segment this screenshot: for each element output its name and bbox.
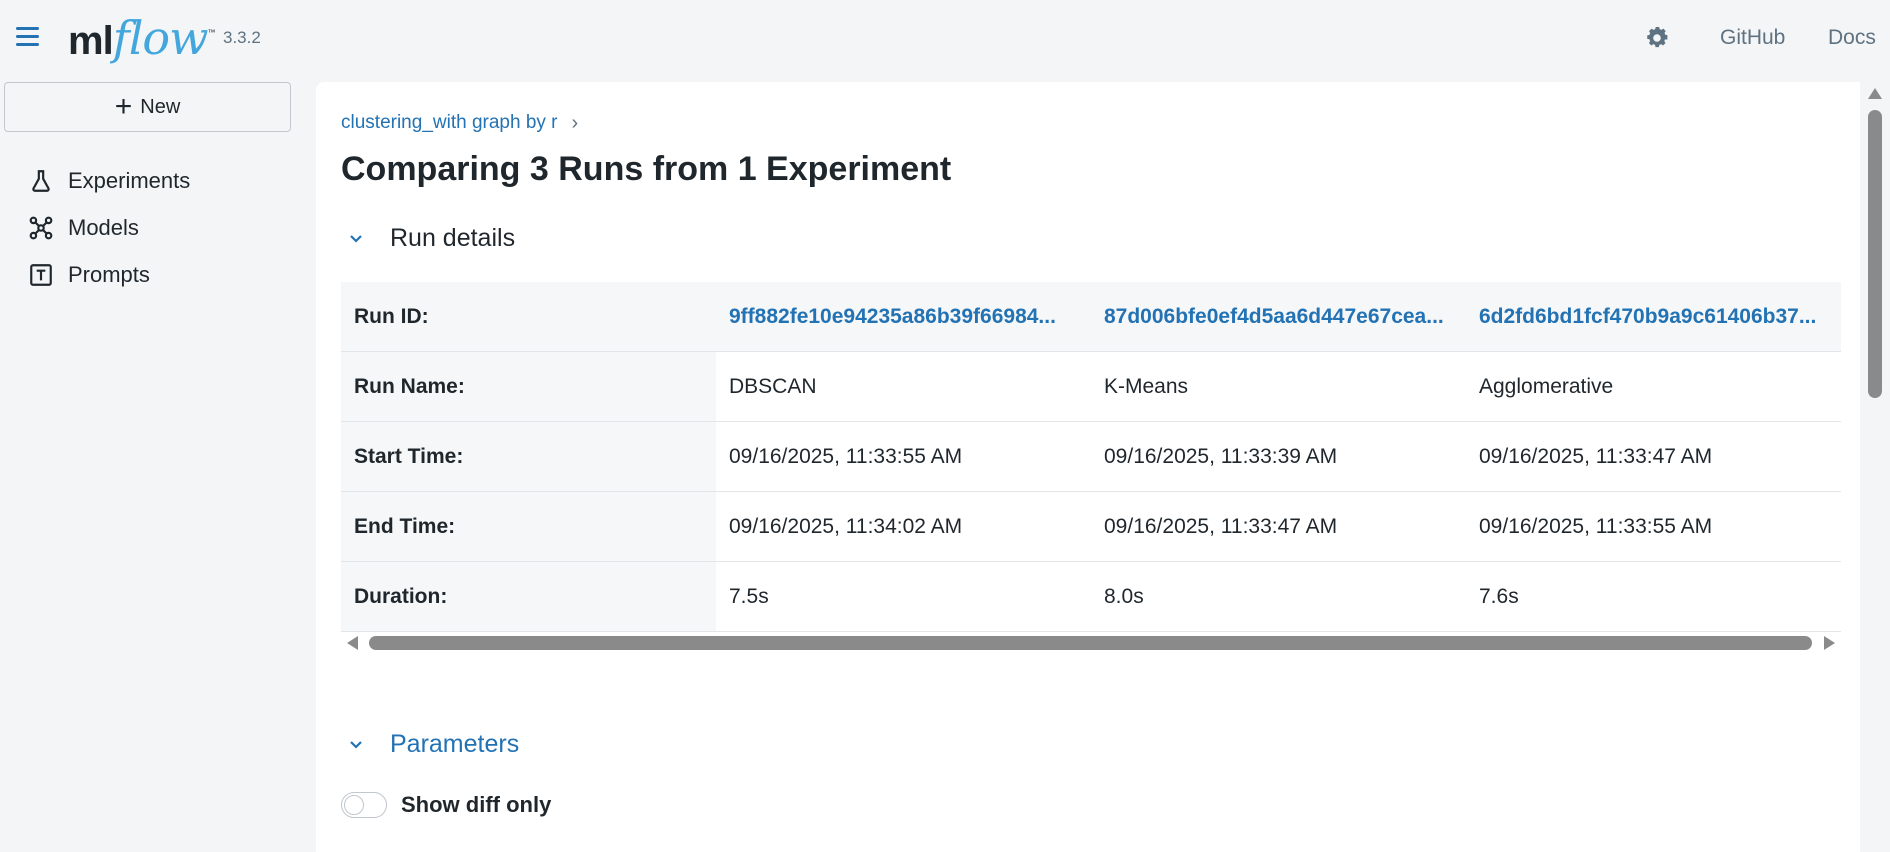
run-details-section-toggle[interactable]: Run details (348, 224, 515, 253)
row-header: Run ID: (341, 282, 716, 351)
scrollbar-thumb[interactable] (1868, 110, 1882, 398)
table-row: End Time: 09/16/2025, 11:34:02 AM 09/16/… (341, 492, 1841, 562)
show-diff-toggle[interactable]: Show diff only (341, 792, 551, 818)
sidebar-item-prompts[interactable]: Prompts (28, 257, 150, 293)
chevron-down-icon (350, 234, 362, 243)
table-row: Run ID: 9ff882fe10e94235a86b39f66984... … (341, 282, 1841, 352)
table-cell: 09/16/2025, 11:33:47 AM (1104, 514, 1338, 538)
table-row: Duration: 7.5s 8.0s 7.6s (341, 562, 1841, 632)
table-cell: 09/16/2025, 11:33:47 AM (1479, 444, 1713, 468)
table-cell: 7.5s (729, 584, 769, 608)
vertical-scrollbar[interactable] (1860, 82, 1890, 852)
scroll-up-icon[interactable] (1868, 88, 1882, 99)
row-header: Run Name: (341, 352, 716, 421)
table-row: Start Time: 09/16/2025, 11:33:55 AM 09/1… (341, 422, 1841, 492)
row-header: End Time: (341, 492, 716, 561)
logo-ml-text: ml (68, 19, 114, 63)
scrollbar-thumb[interactable] (369, 636, 1812, 650)
sidebar-item-label: Models (68, 215, 139, 240)
new-button[interactable]: + New (4, 82, 291, 132)
table-cell: 7.6s (1479, 584, 1519, 608)
run-id-link[interactable]: 9ff882fe10e94235a86b39f66984... (716, 282, 1091, 351)
breadcrumb[interactable]: clustering_with graph by r › (341, 112, 578, 135)
sidebar-item-models[interactable]: Models (28, 210, 139, 246)
show-diff-label: Show diff only (401, 792, 552, 817)
table-cell: 09/16/2025, 11:33:55 AM (1479, 514, 1713, 538)
gear-icon[interactable] (1644, 25, 1670, 51)
sidebar-item-label: Experiments (68, 168, 191, 193)
main-panel: clustering_with graph by r › Comparing 3… (316, 82, 1870, 852)
models-icon (29, 216, 53, 240)
toggle-switch[interactable] (341, 792, 387, 818)
chevron-down-icon (350, 740, 362, 749)
scroll-right-icon[interactable] (1824, 636, 1835, 650)
scroll-left-icon[interactable] (347, 636, 358, 650)
horizontal-scrollbar[interactable] (341, 632, 1841, 654)
logo-trademark: ™ (207, 28, 216, 37)
breadcrumb-experiment-link[interactable]: clustering_with graph by r (341, 112, 558, 135)
sidebar-item-experiments[interactable]: Experiments (28, 163, 190, 199)
row-header: Duration: (341, 562, 716, 631)
run-id-link[interactable]: 87d006bfe0ef4d5aa6d447e67cea... (1091, 282, 1466, 351)
table-row: Run Name: DBSCAN K-Means Agglomerative (341, 352, 1841, 422)
table-cell: Agglomerative (1479, 374, 1614, 398)
parameters-section-toggle[interactable]: Parameters (348, 730, 519, 759)
new-button-label: New (140, 95, 181, 118)
docs-link[interactable]: Docs (1828, 26, 1876, 50)
sidebar-item-label: Prompts (68, 262, 150, 287)
plus-icon: + (114, 90, 133, 123)
table-cell: K-Means (1104, 374, 1189, 398)
table-cell: DBSCAN (729, 374, 817, 398)
table-cell: 09/16/2025, 11:33:55 AM (729, 444, 963, 468)
mlflow-logo[interactable]: ml flow ™ (68, 10, 216, 66)
menu-icon[interactable] (16, 27, 40, 49)
beaker-icon (32, 170, 50, 192)
run-details-label: Run details (390, 224, 516, 252)
version-label: 3.3.2 (223, 28, 261, 47)
toggle-knob (344, 795, 364, 815)
top-bar: ml flow ™ 3.3.2 GitHub Docs (0, 0, 1890, 78)
table-cell: 09/16/2025, 11:33:39 AM (1104, 444, 1338, 468)
logo-flow-text: flow (112, 11, 209, 65)
prompts-icon (30, 264, 52, 286)
table-cell: 09/16/2025, 11:34:02 AM (729, 514, 963, 538)
run-id-link[interactable]: 6d2fd6bd1fcf470b9a9c61406b37... (1466, 282, 1841, 351)
github-link[interactable]: GitHub (1720, 26, 1785, 50)
page-title: Comparing 3 Runs from 1 Experiment (341, 150, 952, 188)
chevron-right-icon: › (571, 112, 579, 134)
table-cell: 8.0s (1104, 584, 1144, 608)
parameters-label: Parameters (390, 730, 520, 758)
row-header: Start Time: (341, 422, 716, 491)
